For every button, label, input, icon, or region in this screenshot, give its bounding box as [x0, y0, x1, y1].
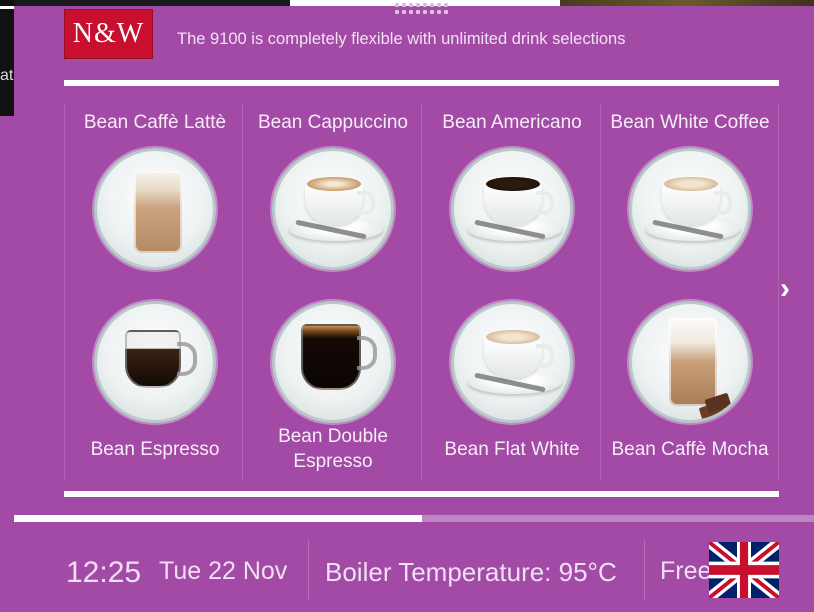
cappuccino-cup-icon [272, 148, 394, 270]
drink-button-double-espresso[interactable]: Bean Double Espresso [244, 301, 422, 475]
drink-button-white-coffee[interactable]: Bean White Coffee [601, 96, 779, 270]
clock-date: Tue 22 Nov [159, 557, 288, 585]
drink-label: Bean Cappuccino [258, 111, 408, 133]
americano-cup-icon [451, 148, 573, 270]
brand-logo: N&W [64, 9, 153, 59]
drink-label: Bean Caffè Lattè [83, 111, 227, 133]
drag-handle[interactable] [392, 0, 452, 18]
drink-label: Bean Espresso [90, 438, 220, 460]
drink-button-cappuccino[interactable]: Bean Cappuccino [244, 96, 422, 270]
white-coffee-cup-icon [629, 148, 751, 270]
drink-label: Bean Flat White [444, 438, 580, 460]
flat-white-cup-icon [451, 301, 573, 423]
latte-glass-icon [94, 148, 216, 270]
free-vend-label: Free [660, 557, 712, 585]
background-left-text: at [0, 67, 14, 84]
divider-bottom [64, 491, 779, 497]
clock-time: 12:25 [66, 556, 142, 589]
drink-button-espresso[interactable]: Bean Espresso [66, 301, 244, 475]
uk-flag-icon[interactable] [709, 542, 779, 598]
page-progress-fill [14, 515, 422, 522]
divider-top [64, 80, 779, 86]
double-espresso-glass-cup-icon [272, 301, 394, 423]
status-divider [644, 540, 645, 600]
drink-button-caffe-latte[interactable]: Bean Caffè Lattè [66, 96, 244, 270]
grid-divider [64, 104, 65, 480]
drink-grid: Bean Caffè Lattè Bean Cappuccino Bean Am… [64, 96, 779, 480]
drink-button-americano[interactable]: Bean Americano [423, 96, 601, 270]
drink-button-flat-white[interactable]: Bean Flat White [423, 301, 601, 475]
espresso-glass-cup-icon [94, 301, 216, 423]
next-page-arrow-icon[interactable]: › [780, 272, 790, 306]
background-left-window: at [0, 0, 14, 116]
drink-label: Bean Americano [442, 111, 582, 133]
drink-label: Bean Caffè Mocha [611, 438, 769, 460]
boiler-temperature: Boiler Temperature: 95°C [325, 557, 617, 587]
status-divider [308, 540, 309, 600]
drink-label: Bean White Coffee [610, 111, 770, 133]
drink-label: Bean Double Espresso [278, 426, 388, 472]
mocha-glass-icon [629, 301, 751, 423]
header-tagline: The 9100 is completely flexible with unl… [177, 30, 626, 48]
drink-button-caffe-mocha[interactable]: Bean Caffè Mocha [601, 301, 779, 475]
status-bar: 12:25 Tue 22 Nov Boiler Temperature: 95°… [14, 526, 814, 612]
